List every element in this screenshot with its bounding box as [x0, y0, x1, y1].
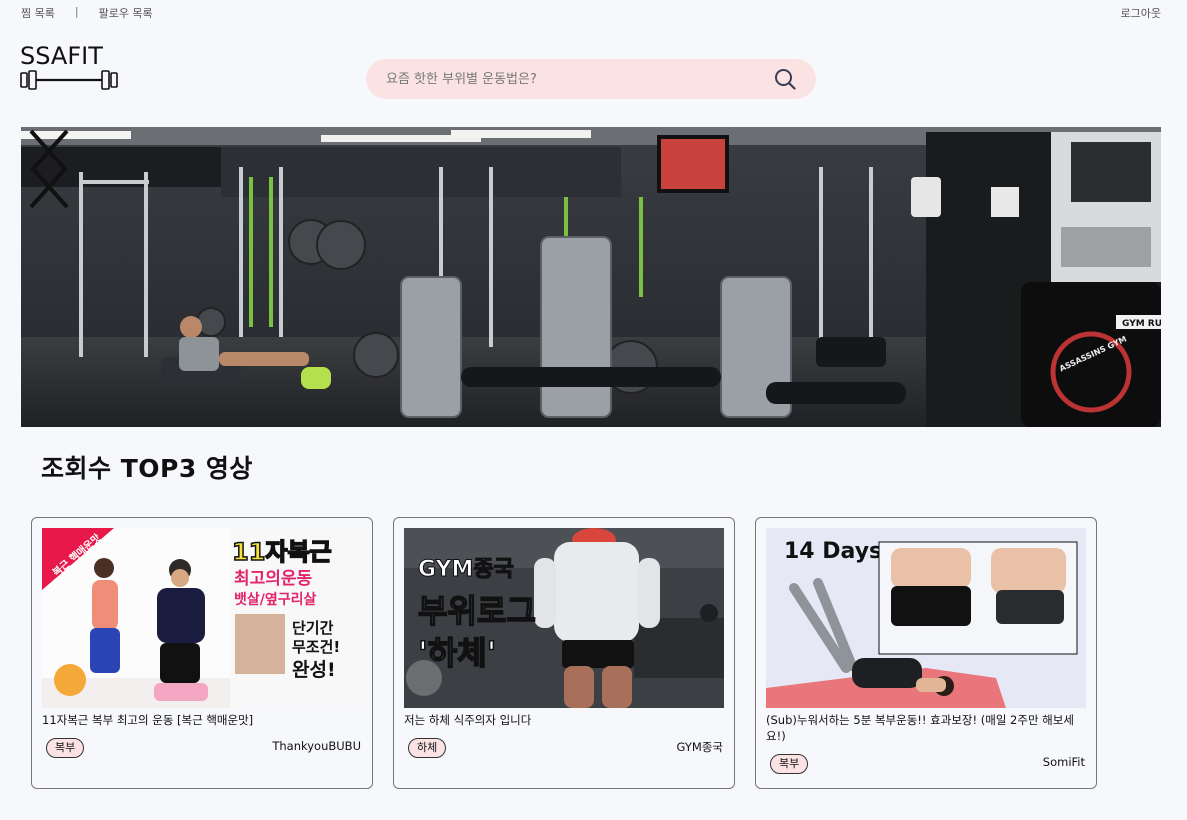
- search-icon[interactable]: [774, 68, 796, 90]
- channel-name[interactable]: ThankyouBUBU: [272, 739, 361, 753]
- thumb-line-3: 뱃살/옆구리살: [234, 591, 317, 608]
- section-title: 조회수 TOP3 영상: [41, 454, 253, 483]
- desk-sign-text: GYM RU: [1122, 319, 1161, 329]
- video-title[interactable]: 11자복근 복부 최고의 운동 [복근 핵매운맛]: [42, 712, 362, 728]
- body-part-tag[interactable]: 복부: [770, 754, 809, 774]
- follow-list-link[interactable]: 팔로우 목록: [99, 5, 153, 21]
- top-utility-bar: 찜 목록 | 팔로우 목록 로그아웃: [0, 0, 1187, 24]
- video-title[interactable]: (Sub)누워서하는 5분 복부운동!! 효과보장! (매일 2주만 해보세요!…: [766, 712, 1086, 744]
- site-logo[interactable]: SSAFIT: [20, 44, 120, 94]
- thumb-line-1: GYM종국: [418, 557, 514, 582]
- channel-name[interactable]: SomiFit: [1043, 755, 1085, 769]
- thumb-line-2: 최고의운동: [234, 569, 313, 589]
- search-input[interactable]: [386, 69, 756, 89]
- thumb-line-6: 완성!: [292, 659, 336, 681]
- thumb-line-4: 단기간: [292, 619, 334, 637]
- video-thumbnail[interactable]: 복근 핵매운맛 11자복근 최고의운동 뱃살/옆구리살 단기간 무조건! 완성!: [42, 528, 362, 708]
- body-part-tag[interactable]: 복부: [46, 738, 85, 758]
- thumb-line-1: 11자복근: [232, 538, 332, 566]
- gym-banner-image: GYM RU ASSASSINS GYM: [21, 127, 1161, 427]
- channel-name[interactable]: GYM종국: [677, 739, 723, 755]
- video-thumbnail[interactable]: GYM종국 부위로그 '하체': [404, 528, 724, 708]
- body-part-tag[interactable]: 하체: [408, 738, 447, 758]
- thumb-line-2: 부위로그: [418, 592, 536, 630]
- wishlist-link[interactable]: 찜 목록: [21, 5, 55, 21]
- logo-text: SSAFIT: [20, 42, 103, 70]
- top-left-links: 찜 목록 | 팔로우 목록: [21, 5, 153, 21]
- divider: |: [74, 5, 79, 18]
- logout-link[interactable]: 로그아웃: [1121, 5, 1161, 21]
- carousel-next-arrow-icon[interactable]: [21, 127, 71, 211]
- thumb-line-5: 무조건!: [292, 638, 340, 656]
- video-card[interactable]: 복근 핵매운맛 11자복근 최고의운동 뱃살/옆구리살 단기간 무조건! 완성!…: [31, 517, 373, 789]
- barbell-icon: [20, 70, 118, 90]
- video-card[interactable]: 14 Days (Sub)누워서하는 5분 복부운동!! 효과보장! (매일 2…: [755, 517, 1097, 789]
- video-thumbnail[interactable]: 14 Days: [766, 528, 1086, 708]
- search-bar: [366, 59, 816, 99]
- thumb-line-1: 14 Days: [784, 539, 882, 564]
- video-card[interactable]: GYM종국 부위로그 '하체' 저는 하체 식주의자 입니다 하체 GYM종국: [393, 517, 735, 789]
- thumb-line-3: '하체': [418, 634, 496, 672]
- hero-carousel: GYM RU ASSASSINS GYM: [21, 127, 1161, 427]
- video-title[interactable]: 저는 하체 식주의자 입니다: [404, 712, 724, 728]
